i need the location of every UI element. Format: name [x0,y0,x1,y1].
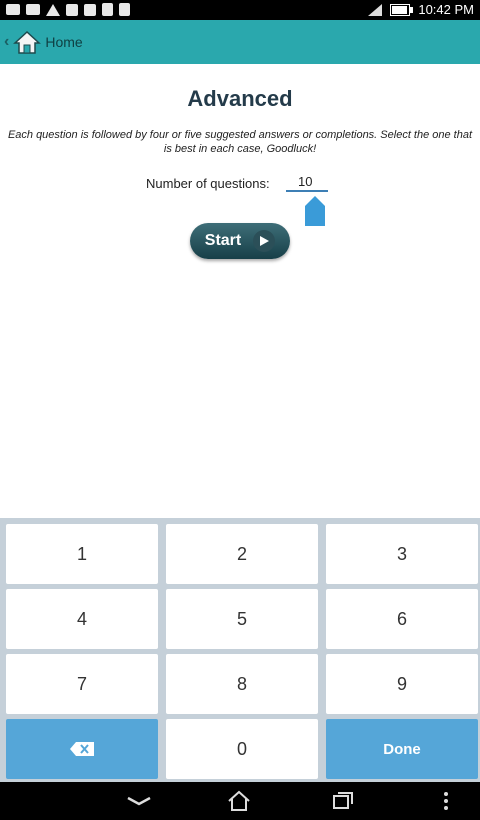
key-0[interactable]: 0 [166,719,318,779]
done-key[interactable]: Done [326,719,478,779]
key-3[interactable]: 3 [326,524,478,584]
warning-icon [46,3,60,16]
shopping-bag-icon [102,3,113,16]
home-label: Home [45,34,83,50]
sd-card-icon [119,3,130,16]
chevron-left-icon: ‹ [4,33,10,50]
home-icon [13,30,42,54]
keyboard-hide-icon[interactable] [124,788,154,814]
notification-icons [6,3,130,16]
signal-icon [368,3,383,16]
number-of-questions-label: Number of questions: [146,176,270,191]
wifi-hotspot-icon [84,3,96,16]
home-nav-icon[interactable] [224,788,254,814]
navigation-bar [0,782,480,820]
calendar-icon [66,3,78,16]
action-bar: ‹ Home [0,20,480,64]
number-of-questions-input[interactable] [286,172,328,192]
play-icon [253,230,276,252]
key-4[interactable]: 4 [6,589,158,649]
key-1[interactable]: 1 [6,524,158,584]
backspace-key[interactable] [6,719,158,779]
text-cursor-handle[interactable] [305,196,325,226]
home-button[interactable]: ‹ Home [4,28,83,56]
battery-icon [390,3,414,16]
page-title: Advanced [187,86,293,111]
instructions-text: Each question is followed by four or fiv… [7,129,473,155]
status-time: 10:42 PM [418,2,474,17]
menu-dots-icon[interactable] [436,788,456,814]
key-5[interactable]: 5 [166,589,318,649]
key-2[interactable]: 2 [166,524,318,584]
start-label: Start [204,232,242,249]
key-6[interactable]: 6 [326,589,478,649]
backspace-icon [70,742,94,756]
start-button[interactable]: Start [190,223,290,259]
recent-apps-icon[interactable] [328,788,358,814]
key-9[interactable]: 9 [326,654,478,714]
gmail-icon [26,4,40,15]
numeric-keyboard: 1 2 3 4 5 6 7 8 9 0 Done [0,518,480,782]
message-icon [6,4,20,15]
status-bar: 10:42 PM [0,0,480,20]
key-8[interactable]: 8 [166,654,318,714]
key-7[interactable]: 7 [6,654,158,714]
